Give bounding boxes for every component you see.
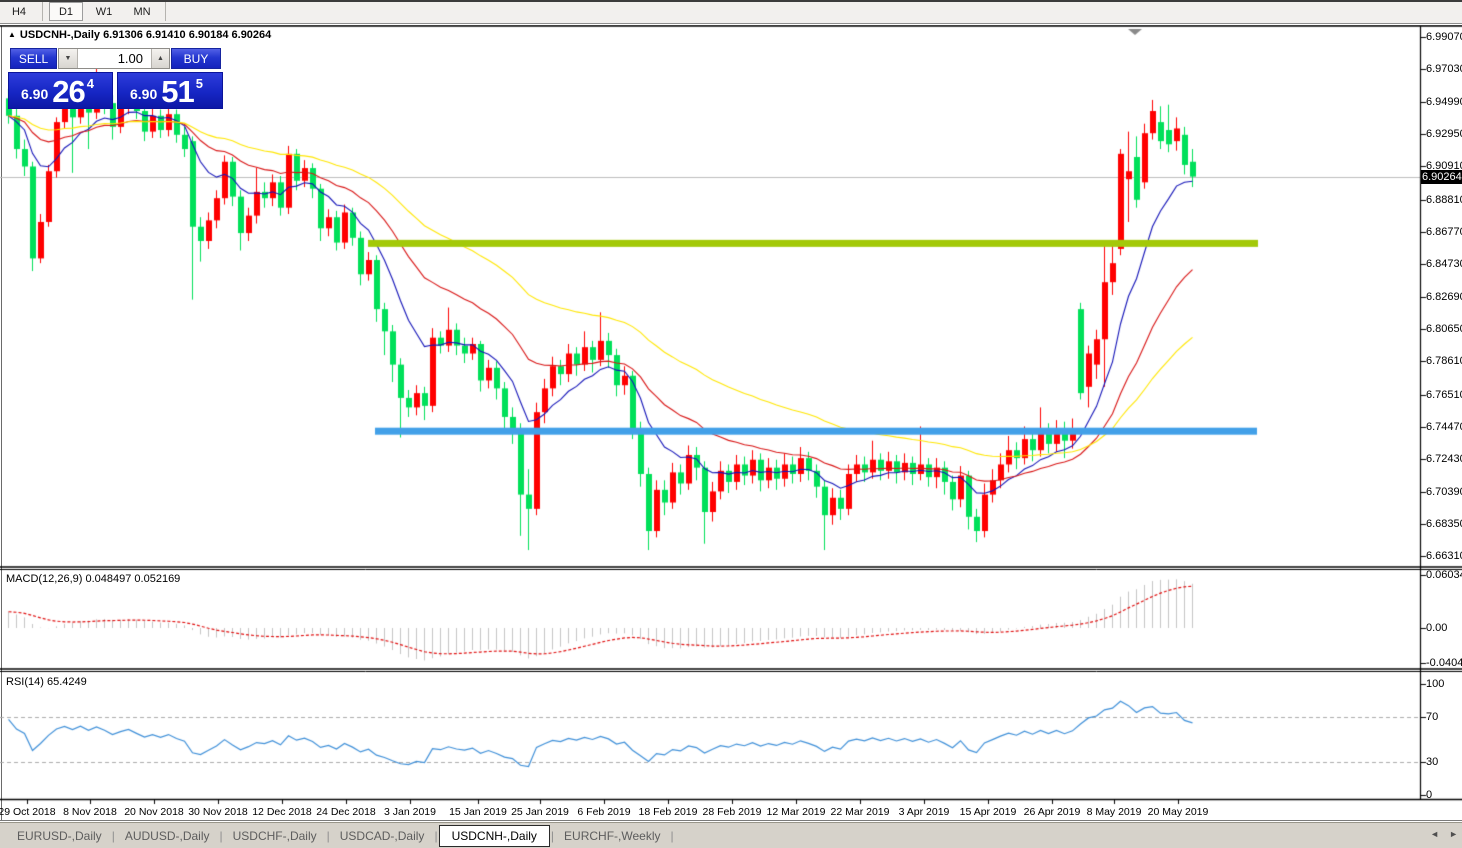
price-axis-label: 6.74470 — [1426, 420, 1462, 433]
price-axis-label: 6.70390 — [1426, 485, 1462, 498]
volume-decrease-button[interactable]: ▼ — [59, 49, 78, 68]
sell-button[interactable]: SELL — [10, 48, 57, 69]
chart-symbol-label: USDCNH-,Daily — [19, 29, 100, 41]
chart-symbol-info: ▲ USDCNH-,Daily 6.91306 6.91410 6.90184 6… — [8, 29, 271, 41]
tab-separator: | — [219, 828, 223, 843]
volume-increase-button[interactable]: ▲ — [151, 49, 169, 68]
sell-price-main: 26 — [52, 74, 85, 109]
macd-axis-label: 0.060342 — [1426, 569, 1462, 582]
price-axis-label: 6.80650 — [1426, 322, 1462, 335]
chart-ohlc-values: 6.91306 6.91410 6.90184 6.90264 — [103, 29, 272, 41]
macd-indicator-label: MACD(12,26,9) 0.048497 0.052169 — [6, 573, 181, 585]
sell-price-prefix: 6.90 — [21, 86, 49, 102]
price-axis-label: 6.78610 — [1426, 355, 1462, 368]
trading-platform-window: H4 D1 W1 MN ▲ USDCNH-,Daily 6.91306 6.91410 … — [0, 0, 1462, 848]
price-axis-label: 6.72430 — [1426, 453, 1462, 466]
price-axis-label: 6.90910 — [1426, 160, 1462, 173]
toolbar-separator — [165, 2, 166, 21]
buy-price-pip: 5 — [195, 76, 203, 91]
timeframe-button-mn[interactable]: MN — [125, 2, 159, 21]
timeframe-button-d1[interactable]: D1 — [49, 2, 83, 21]
macd-axis-label: 0.00 — [1426, 622, 1448, 634]
sell-price-pip: 4 — [86, 76, 94, 91]
chart-tab-usdchf[interactable]: USDCHF-,Daily — [224, 826, 326, 846]
volume-spinner: ▼ 1.00 ▲ — [58, 48, 170, 69]
window-frame-top — [0, 0, 1462, 2]
timeframe-button-w1[interactable]: W1 — [87, 2, 121, 21]
timeframe-button-h4[interactable]: H4 — [2, 2, 36, 21]
sell-price-panel[interactable]: 6.90 26 4 — [8, 72, 113, 109]
rsi-axis-label: 0 — [1426, 789, 1433, 801]
tab-separator: | — [111, 828, 115, 843]
price-axis-label: 6.92950 — [1426, 128, 1462, 140]
chart-canvas[interactable] — [0, 25, 1462, 806]
chart-tab-usdcnh[interactable]: USDCNH-,Daily — [438, 824, 550, 847]
price-axis-label: 6.97030 — [1426, 63, 1462, 76]
chart-tab-usdcad[interactable]: USDCAD-,Daily — [331, 826, 434, 846]
buy-price-prefix: 6.90 — [130, 86, 158, 102]
chart-tab-eurusd[interactable]: EURUSD-,Daily — [8, 826, 111, 846]
date-axis-label[interactable]: 20 May 2019 — [1133, 806, 1223, 818]
chart-tab-bar: EURUSD-,Daily | AUDUSD-,Daily | USDCHF-,Dail… — [0, 822, 1462, 848]
tab-scroll-buttons: ◄ ► — [1430, 829, 1458, 839]
rsi-axis-label: 100 — [1426, 678, 1445, 690]
volume-input[interactable]: 1.00 — [78, 49, 151, 68]
price-axis-label: 6.68350 — [1426, 517, 1462, 530]
buy-price-main: 51 — [161, 74, 194, 109]
price-axis-label: 6.86770 — [1426, 225, 1462, 238]
rsi-axis-label: 70 — [1426, 711, 1439, 724]
rsi-indicator-label: RSI(14) 65.4249 — [6, 676, 87, 688]
price-axis-label: 6.76510 — [1426, 388, 1462, 401]
collapse-triangle-icon[interactable]: ▲ — [8, 30, 16, 39]
price-axis-label: 6.66310 — [1426, 550, 1462, 563]
price-axis-label: 6.94990 — [1426, 95, 1462, 108]
scroll-right-icon[interactable]: ► — [1449, 829, 1458, 839]
chart-tab-audusd[interactable]: AUDUSD-,Daily — [116, 826, 219, 846]
chart-tab-eurchf[interactable]: EURCHF-,Weekly — [555, 826, 669, 846]
price-axis-label: 6.82690 — [1426, 290, 1462, 303]
macd-axis-label: -0.040415 — [1426, 657, 1462, 670]
tab-separator: | — [670, 828, 674, 843]
tab-separator: | — [434, 828, 438, 843]
tab-separator: | — [550, 828, 555, 843]
price-axis-label: 6.84730 — [1426, 258, 1462, 271]
scroll-left-icon[interactable]: ◄ — [1430, 829, 1439, 839]
window-frame-bottom — [0, 820, 1462, 821]
rsi-axis-label: 30 — [1426, 755, 1439, 768]
price-axis-label: 6.99070 — [1426, 31, 1462, 43]
toolbar-separator — [42, 2, 43, 21]
price-axis-label: 6.88810 — [1426, 193, 1462, 206]
buy-price-panel[interactable]: 6.90 51 5 — [117, 72, 223, 109]
buy-button[interactable]: BUY — [171, 48, 221, 69]
timeframe-toolbar: H4 D1 W1 MN — [0, 0, 1462, 24]
tab-separator: | — [326, 828, 330, 843]
